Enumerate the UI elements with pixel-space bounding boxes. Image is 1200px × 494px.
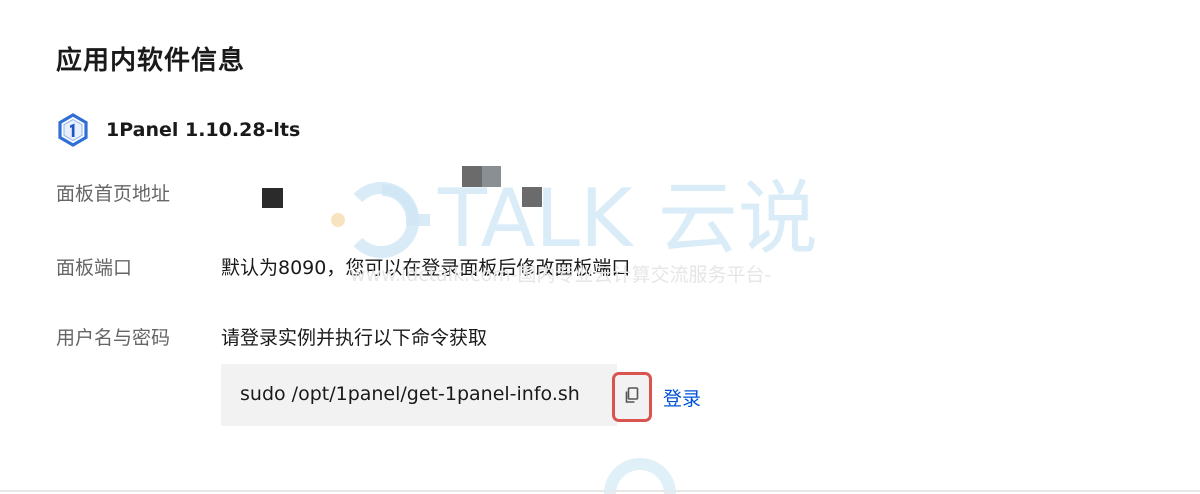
command-box: sudo /opt/1panel/get-1panel-info.sh bbox=[221, 364, 617, 426]
panel-port-label: 面板端口 bbox=[56, 257, 133, 279]
redaction-block bbox=[462, 166, 482, 187]
divider bbox=[0, 490, 1200, 492]
panel-url-label: 面板首页地址 bbox=[56, 183, 171, 205]
login-link[interactable]: 登录 bbox=[663, 384, 701, 411]
panel-port-value: 默认为8090，您可以在登录面板后修改面板端口 bbox=[221, 257, 631, 279]
redaction-block bbox=[522, 187, 542, 207]
credentials-label: 用户名与密码 bbox=[56, 327, 171, 349]
redaction-block bbox=[482, 166, 501, 187]
product-name: 1Panel 1.10.28-lts bbox=[106, 119, 301, 141]
idctalk-watermark-bottom bbox=[604, 458, 676, 494]
1panel-logo-icon bbox=[56, 113, 90, 147]
credentials-value: 请登录实例并执行以下命令获取 bbox=[221, 327, 488, 349]
product-header: 1Panel 1.10.28-lts bbox=[56, 113, 300, 147]
copy-button[interactable] bbox=[612, 372, 652, 422]
section-title: 应用内软件信息 bbox=[56, 46, 246, 76]
redaction-block bbox=[262, 188, 283, 208]
copy-icon bbox=[623, 386, 641, 408]
command-text: sudo /opt/1panel/get-1panel-info.sh bbox=[240, 383, 580, 405]
app-software-info-panel: 应用内软件信息 1Panel 1.10.28-lts 面板首页地址 面板端口 默… bbox=[0, 0, 1200, 494]
